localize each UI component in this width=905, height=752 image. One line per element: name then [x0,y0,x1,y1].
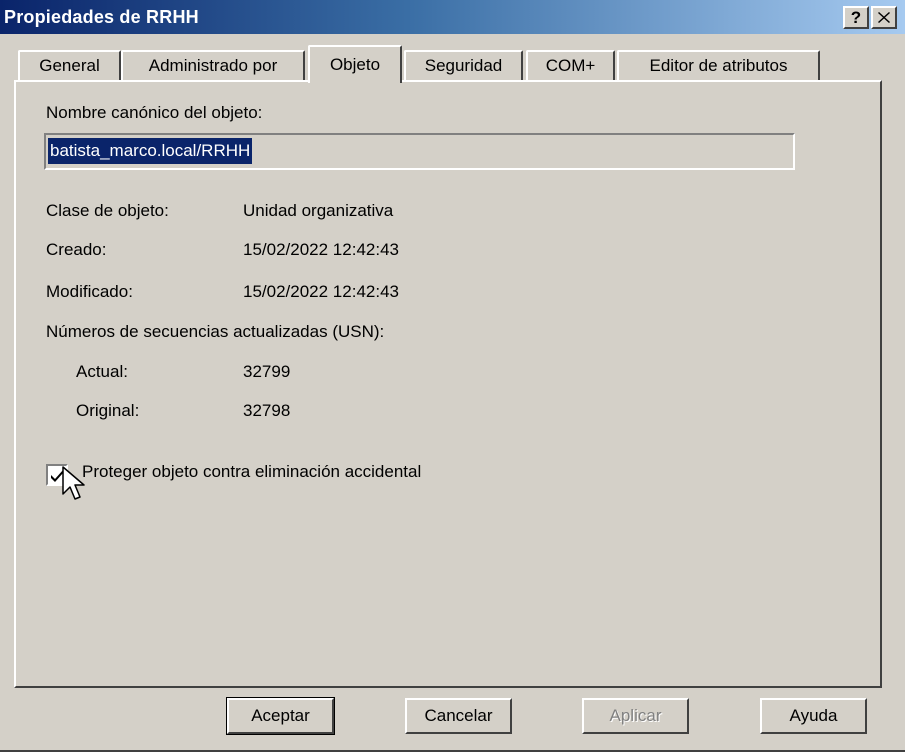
tab-administrado-por[interactable]: Administrado por [121,50,305,80]
help-dialog-button[interactable]: Ayuda [760,698,867,734]
window-title: Propiedades de RRHH [4,6,199,27]
canonical-name-field[interactable]: batista_marco.local/RRHH [44,133,795,170]
help-button[interactable]: ? [843,6,869,29]
tab-label: Objeto [329,55,381,74]
mouse-cursor-icon [62,466,85,500]
tab-com-plus[interactable]: COM+ [526,50,615,80]
tab-panel-objeto [14,80,882,688]
ok-button[interactable]: Aceptar [226,697,335,735]
tab-label: General [39,56,100,75]
tab-label: COM+ [545,56,596,75]
tab-general[interactable]: General [18,50,121,80]
tab-editor-de-atributos[interactable]: Editor de atributos [617,50,820,80]
usn-current-value: 32799 [243,362,291,381]
apply-button[interactable]: Aplicar [582,698,689,734]
object-class-value: Unidad organizativa [243,201,394,220]
close-icon [878,12,890,23]
created-value: 15/02/2022 12:42:43 [243,240,399,259]
modified-label: Modificado: [46,282,133,301]
created-label: Creado: [46,240,107,259]
tab-label: Seguridad [424,56,503,75]
tab-seguridad[interactable]: Seguridad [404,50,523,80]
close-button[interactable] [871,6,897,29]
modified-value: 15/02/2022 12:42:43 [243,282,399,301]
cancel-button[interactable]: Cancelar [405,698,512,734]
help-icon: ? [850,8,862,27]
cancel-button-label: Cancelar [424,706,493,725]
canonical-name-value[interactable]: batista_marco.local/RRHH [48,138,253,164]
usn-original-label: Original: [76,401,140,420]
usn-label: Números de secuencias actualizadas (USN)… [46,322,385,341]
object-class-label: Clase de objeto: [46,201,169,220]
properties-dialog: Propiedades de RRHH ? General Administra… [0,0,905,752]
protect-checkbox-label[interactable]: Proteger objeto contra eliminación accid… [82,462,421,482]
usn-original-value: 32798 [243,401,291,420]
tab-objeto[interactable]: Objeto [308,45,402,83]
help-dialog-button-label: Ayuda [789,706,838,725]
apply-button-label: Aplicar [609,706,662,725]
tab-label: Administrado por [148,56,278,75]
ok-button-label: Aceptar [251,706,310,725]
usn-current-label: Actual: [76,362,128,381]
tab-label: Editor de atributos [649,56,788,75]
title-bar[interactable]: Propiedades de RRHH ? [0,0,905,34]
canonical-name-label: Nombre canónico del objeto: [46,103,263,122]
